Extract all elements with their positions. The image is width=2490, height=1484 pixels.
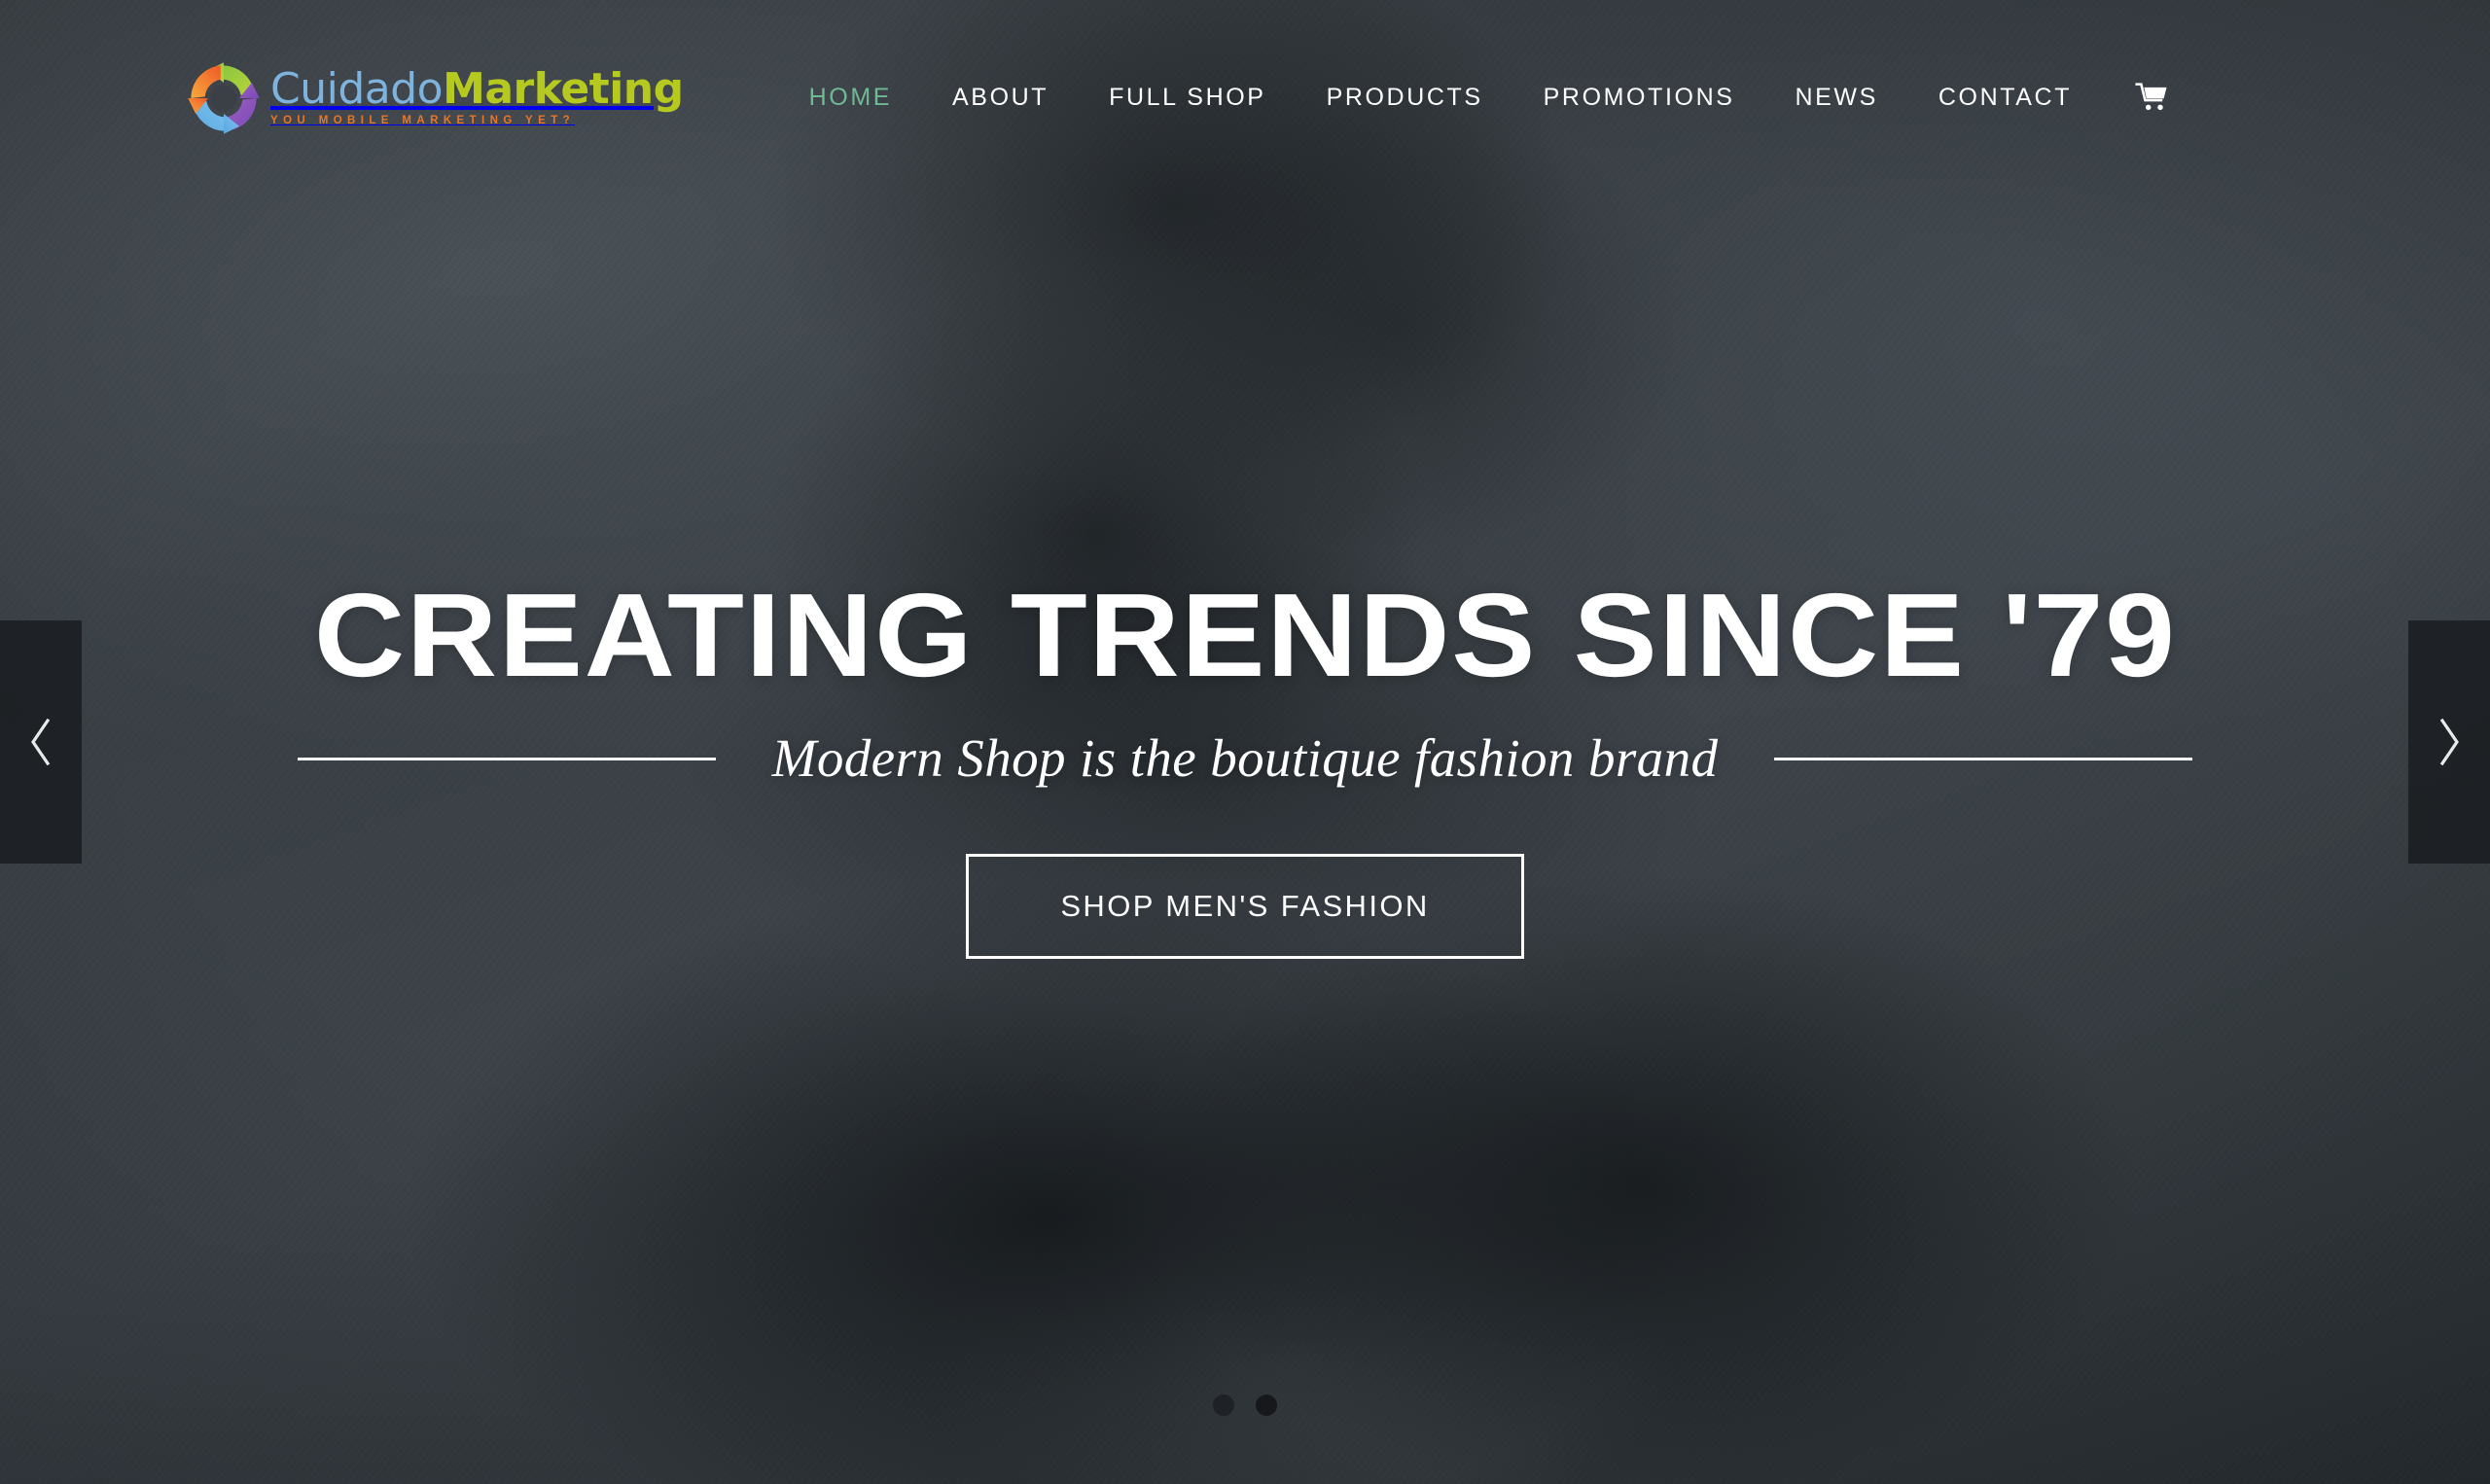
site-header: CuidadoMarketing You Mobile Marketing Ye… (0, 0, 2490, 194)
slider-dot-1[interactable] (1213, 1395, 1234, 1416)
circular-arrows-logo-icon (185, 59, 263, 137)
shopping-cart-icon (2135, 83, 2168, 112)
brand-logo[interactable]: CuidadoMarketing You Mobile Marketing Ye… (185, 57, 684, 137)
brand-text: CuidadoMarketing You Mobile Marketing Ye… (270, 68, 684, 127)
hero-slider: CuidadoMarketing You Mobile Marketing Ye… (0, 0, 2490, 1484)
slider-prev-button[interactable] (0, 620, 82, 864)
divider-rule-left (297, 757, 716, 760)
brand-word-primary: Cuidado (270, 64, 444, 114)
slider-next-button[interactable] (2408, 620, 2490, 864)
brand-tagline: You Mobile Marketing Yet? (270, 115, 576, 126)
nav-item-news[interactable]: NEWS (1765, 85, 1908, 110)
slide-subtitle: Modern Shop is the boutique fashion bran… (771, 727, 1719, 788)
brand-wordmark: CuidadoMarketing (270, 68, 684, 111)
divider-rule-right (1774, 757, 2193, 760)
cart-button[interactable] (2102, 83, 2191, 112)
nav-item-products[interactable]: PRODUCTS (1297, 85, 1513, 110)
brand-word-secondary: Marketing (443, 64, 684, 114)
nav-item-about[interactable]: ABOUT (922, 85, 1079, 110)
nav-item-home[interactable]: HOME (779, 85, 922, 110)
slide-subtitle-row: Modern Shop is the boutique fashion bran… (175, 727, 2315, 789)
nav-item-contact[interactable]: CONTACT (1908, 85, 2102, 110)
nav-item-promotions[interactable]: PROMOTIONS (1513, 85, 1765, 110)
slide-content: CREATING TRENDS SINCE '79 Modern Shop is… (0, 0, 2490, 1484)
slide-headline: CREATING TRENDS SINCE '79 (313, 568, 2177, 701)
main-navigation: HOME ABOUT FULL SHOP PRODUCTS PROMOTIONS… (779, 83, 2191, 112)
chevron-right-icon (2436, 717, 2463, 767)
nav-item-full-shop[interactable]: FULL SHOP (1079, 85, 1296, 110)
chevron-left-icon (27, 717, 54, 767)
slider-pagination (1213, 1395, 1277, 1416)
slider-dot-2[interactable] (1256, 1395, 1277, 1416)
shop-mens-fashion-button[interactable]: SHOP MEN'S FASHION (966, 854, 1524, 960)
